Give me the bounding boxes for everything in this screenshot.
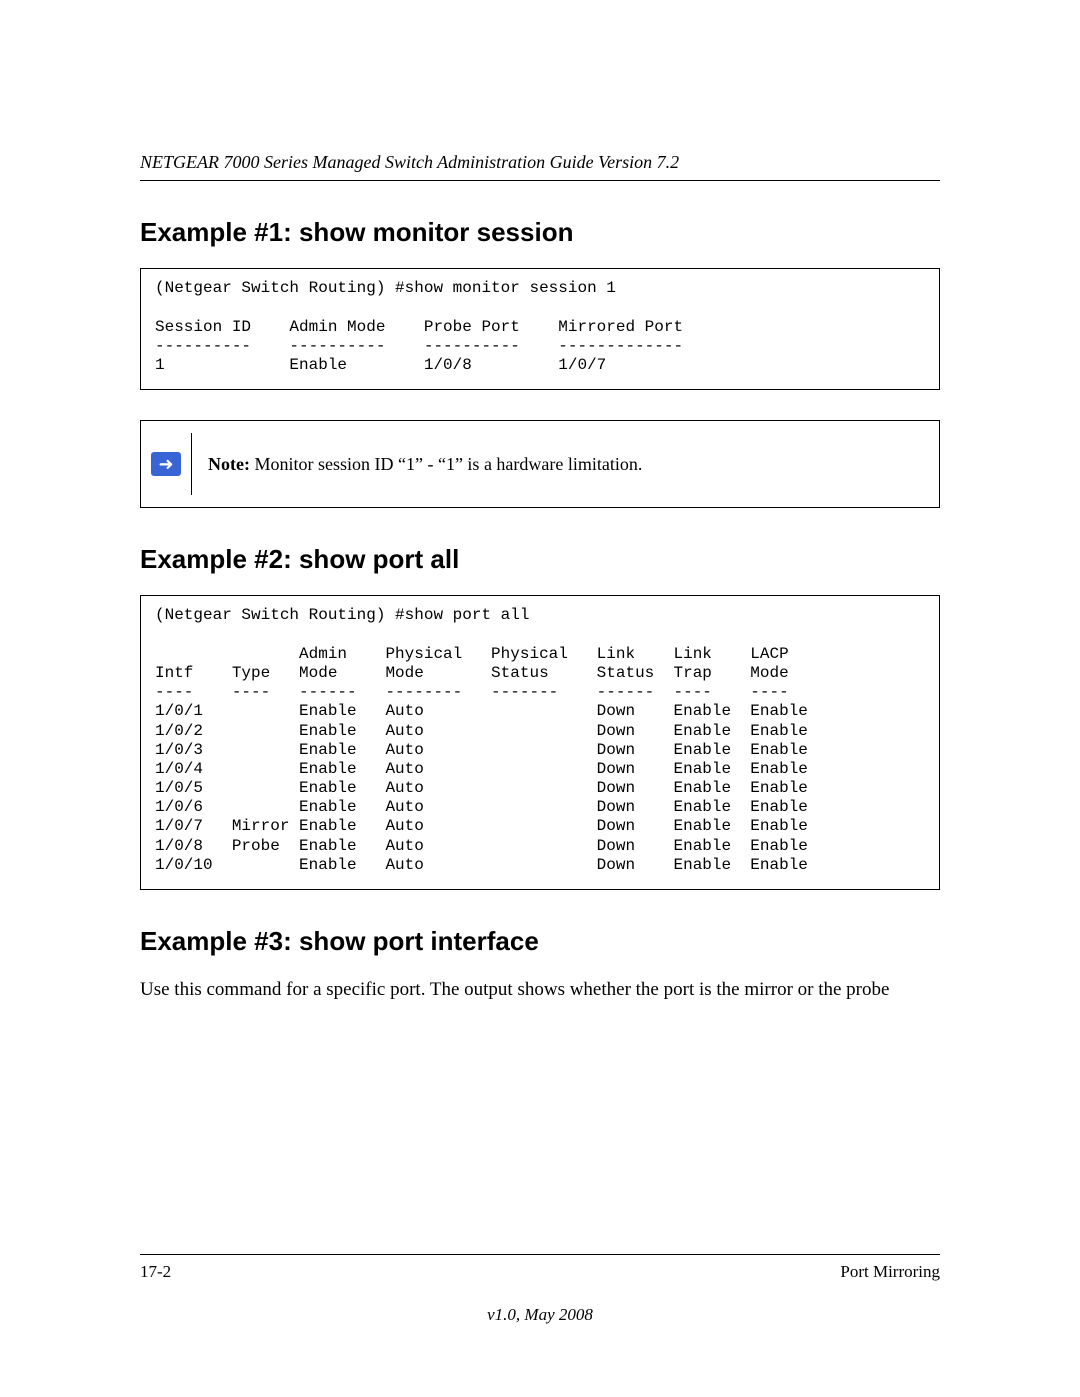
note-body: Monitor session ID “1” - “1” is a hardwa… [250,454,642,474]
code-box-monitor-session: (Netgear Switch Routing) #show monitor s… [140,268,940,390]
header-title: NETGEAR 7000 Series Managed Switch Admin… [140,150,940,174]
note-label: Note: [208,454,250,474]
section-heading-ex1: Example #1: show monitor session [140,215,940,250]
code-box-port-all: (Netgear Switch Routing) #show port all … [140,595,940,890]
footer-page-number: 17-2 [140,1261,171,1284]
arrow-right-icon: ➜ [151,452,181,476]
footer-section-title: Port Mirroring [840,1261,940,1284]
page: NETGEAR 7000 Series Managed Switch Admin… [0,0,1080,1397]
body-text-ex3: Use this command for a specific port. Th… [140,977,940,1003]
section-heading-ex2: Example #2: show port all [140,542,940,577]
page-footer: 17-2 Port Mirroring v1.0, May 2008 [140,1254,940,1327]
footer-version: v1.0, May 2008 [140,1304,940,1327]
note-box: ➜ Note: Monitor session ID “1” - “1” is … [140,420,940,508]
section-heading-ex3: Example #3: show port interface [140,924,940,959]
header-rule [140,180,940,181]
note-text: Note: Monitor session ID “1” - “1” is a … [208,452,923,476]
note-icon-cell: ➜ [141,433,192,495]
footer-rule [140,1254,940,1255]
